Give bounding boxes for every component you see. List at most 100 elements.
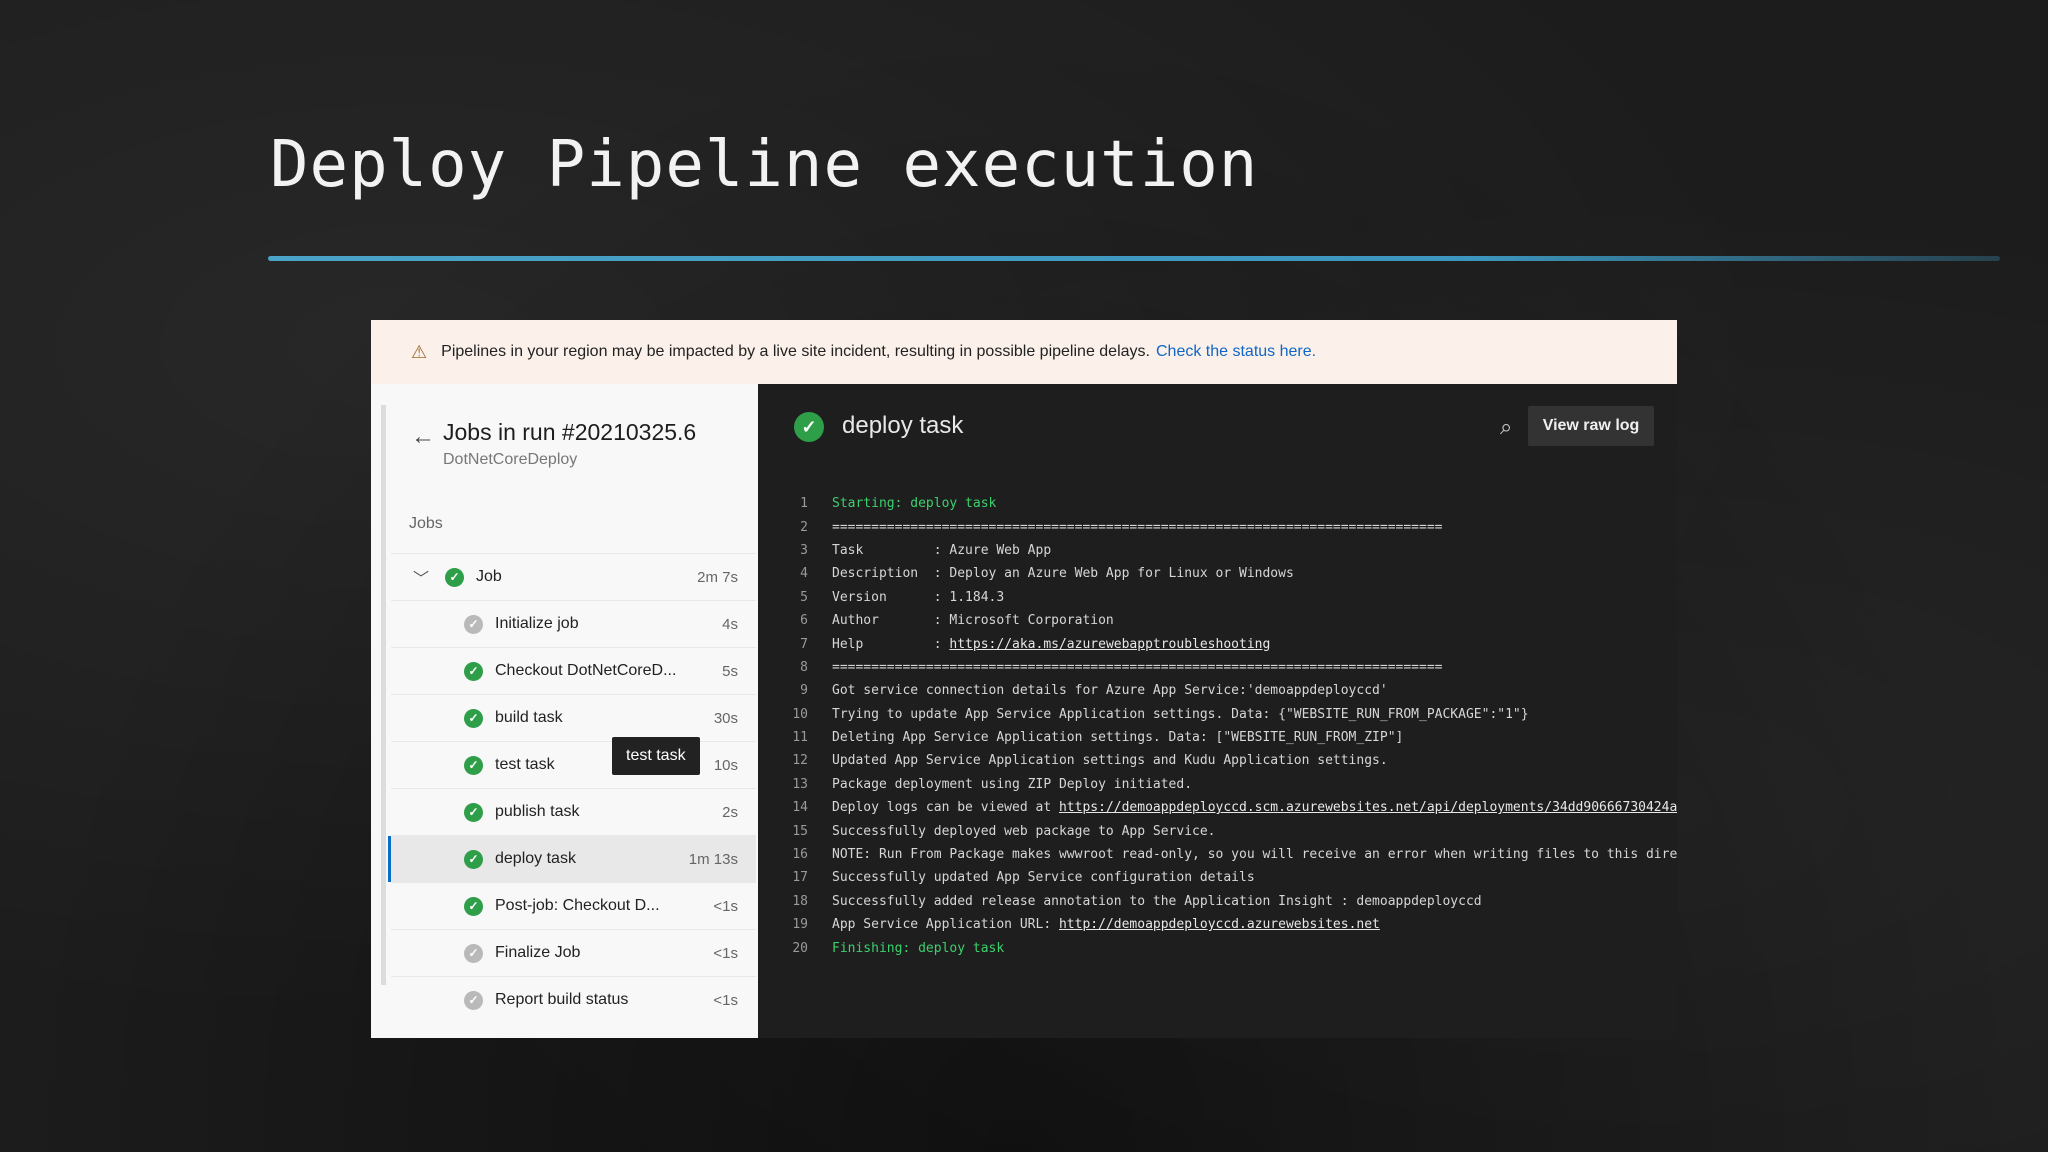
line-number: 7 xyxy=(800,636,808,652)
log-line: 3 Task : Azure Web App xyxy=(758,539,1677,562)
incident-banner: ⚠ Pipelines in your region may be impact… xyxy=(371,320,1677,384)
step-label: deploy task xyxy=(495,850,576,867)
log-panel: ✓ deploy task ⌕ View raw log 1 Starting: … xyxy=(758,384,1677,1038)
step-duration: <1s xyxy=(713,991,738,1009)
log-line: 14 Deploy logs can be viewed at https://d… xyxy=(758,796,1677,819)
step-label: Post-job: Checkout D... xyxy=(495,897,660,914)
line-number: 20 xyxy=(792,940,808,956)
success-icon: ✓ xyxy=(464,802,483,822)
step-row[interactable]: ✓ build task 30s xyxy=(391,694,756,741)
line-number: 5 xyxy=(800,589,808,605)
log-text: ========================================… xyxy=(832,659,1443,675)
log-line: 1 Starting: deploy task xyxy=(758,492,1677,515)
status-link[interactable]: Check the status here. xyxy=(1156,343,1316,361)
step-row[interactable]: ✓ Finalize Job <1s xyxy=(391,929,756,976)
log-line: 16 NOTE: Run From Package makes wwwroot r… xyxy=(758,843,1677,866)
log-text: Successfully updated App Service configu… xyxy=(832,870,1255,886)
step-duration: 10s xyxy=(713,756,738,774)
log-line: 5 Version : 1.184.3 xyxy=(758,586,1677,609)
step-row[interactable]: ✓ Report build status <1s xyxy=(391,976,756,1023)
back-arrow-icon[interactable]: ← xyxy=(411,423,435,451)
step-duration: <1s xyxy=(713,944,738,962)
log-link[interactable]: https://demoappdeployccd.scm.azurewebsit… xyxy=(1059,800,1677,815)
log-text: Got service connection details for Azure… xyxy=(832,683,1388,699)
log-line: 7 Help : https://aka.ms/azurewebapptroubl… xyxy=(758,632,1677,655)
line-number: 8 xyxy=(800,659,808,675)
log-text: Updated App Service Application settings… xyxy=(832,753,1388,769)
log-text: Package deployment using ZIP Deploy init… xyxy=(832,776,1193,792)
success-icon: ✓ xyxy=(464,849,483,869)
skipped-icon: ✓ xyxy=(464,943,483,963)
log-text: NOTE: Run From Package makes wwwroot rea… xyxy=(832,847,1677,863)
success-icon: ✓ xyxy=(464,661,483,681)
skipped-icon: ✓ xyxy=(464,614,483,634)
line-number: 3 xyxy=(800,542,808,558)
log-line: 19 App Service Application URL: http://de… xyxy=(758,913,1677,936)
search-icon[interactable]: ⌕ xyxy=(1500,414,1512,440)
log-text: Successfully added release annotation to… xyxy=(832,893,1482,909)
log-line: 10 Trying to update App Service Applicati… xyxy=(758,703,1677,726)
jobs-header: Jobs xyxy=(409,515,443,532)
job-label: Job xyxy=(476,568,502,585)
step-row[interactable]: ✓ deploy task 1m 13s xyxy=(388,835,756,882)
line-number: 18 xyxy=(792,893,808,909)
slide-title: Deploy Pipeline execution xyxy=(270,128,1259,202)
step-label: Initialize job xyxy=(495,615,579,632)
step-duration: 2s xyxy=(722,803,738,821)
step-label: Finalize Job xyxy=(495,944,581,961)
line-number: 17 xyxy=(792,870,808,886)
chevron-down-icon[interactable]: ﹀ xyxy=(413,565,429,589)
warning-icon: ⚠ xyxy=(411,341,428,362)
log-line: 18 Successfully added release annotation … xyxy=(758,890,1677,913)
step-row[interactable]: ✓ test task 10s xyxy=(391,741,756,788)
log-line: 6 Author : Microsoft Corporation xyxy=(758,609,1677,632)
line-number: 10 xyxy=(792,706,808,722)
line-number: 16 xyxy=(792,847,808,863)
pipeline-screenshot: ⚠ Pipelines in your region may be impact… xyxy=(371,320,1677,1038)
log-line: 12 Updated App Service Application settin… xyxy=(758,749,1677,772)
step-duration: 30s xyxy=(713,709,738,727)
log-line: 8 =======================================… xyxy=(758,656,1677,679)
log-text: Description : Deploy an Azure Web App fo… xyxy=(832,566,1294,582)
log-line: 11 Deleting App Service Application setti… xyxy=(758,726,1677,749)
log-text: Successfully deployed web package to App… xyxy=(832,823,1216,839)
success-icon: ✓ xyxy=(464,708,483,728)
step-duration: 4s xyxy=(722,615,738,633)
line-number: 2 xyxy=(800,519,808,535)
line-number: 4 xyxy=(800,566,808,582)
step-label: Report build status xyxy=(495,991,629,1008)
step-row[interactable]: ✓ Post-job: Checkout D... <1s xyxy=(391,882,756,929)
success-icon: ✓ xyxy=(464,896,483,916)
jobs-scrollbar[interactable] xyxy=(381,405,386,985)
job-list: ﹀ ✓ Job 2m 7s ✓ Initialize job 4s ✓ Checkout… xyxy=(388,553,756,1023)
step-row[interactable]: ✓ publish task 2s xyxy=(391,788,756,835)
line-number: 19 xyxy=(792,917,808,933)
log-line: 17 Successfully updated App Service confi… xyxy=(758,866,1677,889)
log-link[interactable]: http://demoappdeployccd.azurewebsites.ne… xyxy=(1059,917,1380,932)
step-row[interactable]: ✓ Checkout DotNetCoreD... 5s xyxy=(391,647,756,694)
jobs-panel: ← Jobs in run #20210325.6 DotNetCoreDepl… xyxy=(381,385,756,1038)
log-text: Help : xyxy=(832,636,950,652)
step-label: Checkout DotNetCoreD... xyxy=(495,662,677,679)
run-title: Jobs in run #20210325.6 xyxy=(443,419,697,445)
step-label: test task xyxy=(495,756,555,773)
view-raw-log-button[interactable]: View raw log xyxy=(1528,406,1654,446)
log-line: 9 Got service connection details for Azur… xyxy=(758,679,1677,702)
log-link[interactable]: https://aka.ms/azurewebapptroubleshootin… xyxy=(949,637,1270,652)
log-text: Starting: deploy task xyxy=(832,496,997,512)
step-duration: <1s xyxy=(713,897,738,915)
line-number: 1 xyxy=(800,496,808,512)
log-line: 4 Description : Deploy an Azure Web App f… xyxy=(758,562,1677,585)
log-text: Task : Azure Web App xyxy=(832,542,1052,558)
pipeline-name: DotNetCoreDeploy xyxy=(443,451,578,468)
step-row[interactable]: ✓ Initialize job 4s xyxy=(391,600,756,647)
line-number: 13 xyxy=(792,776,808,792)
step-label: publish task xyxy=(495,803,580,820)
log-line: 15 Successfully deployed web package to A… xyxy=(758,819,1677,842)
job-row[interactable]: ﹀ ✓ Job 2m 7s xyxy=(391,553,756,600)
line-number: 6 xyxy=(800,613,808,629)
log-text: Deleting App Service Application setting… xyxy=(832,730,1404,746)
job-duration: 2m 7s xyxy=(697,568,738,586)
success-icon: ✓ xyxy=(464,755,483,775)
log-text: Finishing: deploy task xyxy=(832,940,1005,956)
